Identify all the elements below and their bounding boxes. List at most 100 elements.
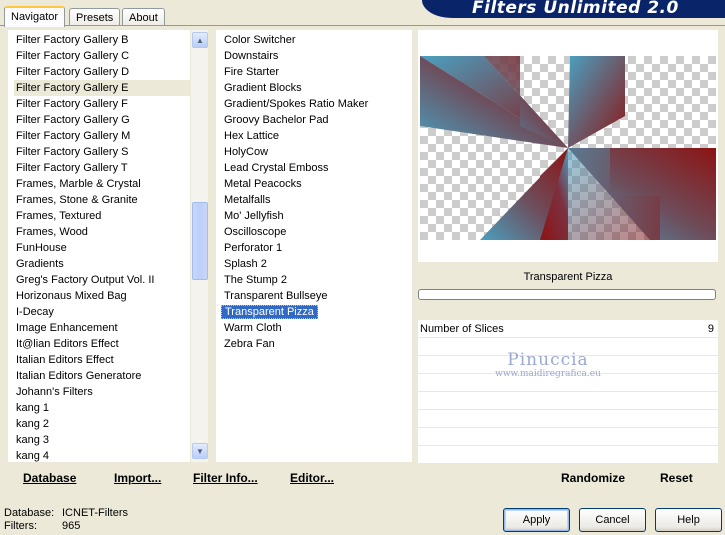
tab-presets[interactable]: Presets <box>69 8 121 26</box>
list-item-label: Gradients <box>16 258 64 270</box>
param-row-empty <box>418 392 718 410</box>
list-item-label: Filter Factory Gallery S <box>16 146 129 158</box>
effect-list[interactable]: Color Switcher Downstairs Fire Starter Grad… <box>216 30 412 462</box>
list-item[interactable]: Color Switcher <box>222 32 412 48</box>
cancel-button[interactable]: Cancel <box>579 508 646 532</box>
database-button[interactable]: Database <box>23 471 76 485</box>
list-item-label: Filter Factory Gallery M <box>16 130 131 142</box>
left-button-bar: Database Import... Filter Info... Editor… <box>8 464 412 492</box>
list-item[interactable]: Frames, Wood <box>14 224 208 240</box>
list-item-label: Color Switcher <box>224 34 296 46</box>
list-item[interactable]: Mo' Jellyfish <box>222 208 412 224</box>
reset-button[interactable]: Reset <box>660 471 693 485</box>
list-item[interactable]: Filter Factory Gallery S <box>14 144 208 160</box>
list-item[interactable]: Frames, Stone & Granite <box>14 192 208 208</box>
list-item[interactable]: Downstairs <box>222 48 412 64</box>
list-item[interactable]: Zebra Fan <box>222 336 412 352</box>
param-row-slices[interactable]: Number of Slices 9 <box>418 320 718 338</box>
list-item[interactable]: The Stump 2 <box>222 272 412 288</box>
help-button[interactable]: Help <box>655 508 722 532</box>
list-item-label: Filter Factory Gallery F <box>16 98 128 110</box>
list-item[interactable]: kang 3 <box>14 432 208 448</box>
scroll-up-button[interactable]: ▲ <box>192 32 208 48</box>
database-button-label: Database <box>23 471 77 485</box>
randomize-button[interactable]: Randomize <box>561 471 625 485</box>
list-item[interactable]: Splash 2 <box>222 256 412 272</box>
list-item[interactable]: Gradient Blocks <box>222 80 412 96</box>
chevron-up-icon: ▲ <box>196 35 204 45</box>
list-item-label: kang 4 <box>16 450 50 462</box>
list-item[interactable]: I-Decay <box>14 304 208 320</box>
list-item[interactable]: Lead Crystal Emboss <box>222 160 412 176</box>
list-item-label: Zebra Fan <box>224 338 275 350</box>
list-item[interactable]: Filter Factory Gallery E <box>14 80 208 96</box>
list-item[interactable]: Hex Lattice <box>222 128 412 144</box>
param-row-empty <box>418 428 718 446</box>
param-row-empty <box>418 374 718 392</box>
list-item[interactable]: Gradients <box>14 256 208 272</box>
list-item[interactable]: Transparent Bullseye <box>222 288 412 304</box>
editor-button[interactable]: Editor... <box>290 471 334 485</box>
list-item[interactable]: Filter Factory Gallery D <box>14 64 208 80</box>
list-item-label: Frames, Stone & Granite <box>16 194 138 206</box>
list-item[interactable]: Oscilloscope <box>222 224 412 240</box>
list-item[interactable]: Frames, Textured <box>14 208 208 224</box>
list-item[interactable]: Transparent Pizza <box>221 304 412 320</box>
list-item[interactable]: Filter Factory Gallery C <box>14 48 208 64</box>
list-item[interactable]: Metal Peacocks <box>222 176 412 192</box>
scroll-down-button[interactable]: ▼ <box>192 443 208 459</box>
list-item[interactable]: Filter Factory Gallery M <box>14 128 208 144</box>
filter-category-list[interactable]: Filter Factory Gallery B Filter Factory G… <box>8 30 208 462</box>
list-item-label: Italian Editors Generatore <box>16 370 142 382</box>
param-row-empty <box>418 410 718 428</box>
list-item-label: Gradient Blocks <box>224 82 302 94</box>
list-item[interactable]: Greg's Factory Output Vol. II <box>14 272 208 288</box>
list-item[interactable]: Perforator 1 <box>222 240 412 256</box>
list-item-label: Metalfalls <box>224 194 271 206</box>
list-item[interactable]: Groovy Bachelor Pad <box>222 112 412 128</box>
list-item[interactable]: Metalfalls <box>222 192 412 208</box>
list-item[interactable]: Filter Factory Gallery T <box>14 160 208 176</box>
list-item[interactable]: kang 1 <box>14 400 208 416</box>
list-item[interactable]: Gradient/Spokes Ratio Maker <box>222 96 412 112</box>
list-item-label: Lead Crystal Emboss <box>224 162 329 174</box>
list-item[interactable]: Filter Factory Gallery G <box>14 112 208 128</box>
list-item-label: Greg's Factory Output Vol. II <box>16 274 155 286</box>
list-item[interactable]: Horizonaus Mixed Bag <box>14 288 208 304</box>
param-row-empty <box>418 338 718 356</box>
tab-navigator[interactable]: Navigator <box>4 6 66 27</box>
param-value: 9 <box>707 322 714 335</box>
list-item[interactable]: Warm Cloth <box>222 320 412 336</box>
list-item-label: Fire Starter <box>224 66 280 78</box>
list-item-label: Image Enhancement <box>16 322 118 334</box>
list-item-label: Metal Peacocks <box>224 178 302 190</box>
scroll-thumb[interactable] <box>192 202 208 280</box>
list-item-label: Downstairs <box>224 50 279 62</box>
filter-info-button[interactable]: Filter Info... <box>193 471 258 485</box>
list-item-label: Mo' Jellyfish <box>224 210 284 222</box>
right-button-bar: Randomize Reset <box>418 464 718 492</box>
list-item[interactable]: Filter Factory Gallery F <box>14 96 208 112</box>
list-item[interactable]: kang 4 <box>14 448 208 462</box>
list-item[interactable]: Italian Editors Generatore <box>14 368 208 384</box>
list-item[interactable]: Frames, Marble & Crystal <box>14 176 208 192</box>
tab-divider <box>0 25 725 26</box>
tab-about[interactable]: About <box>122 8 165 26</box>
filter-list-scrollbar[interactable]: ▲ ▼ <box>190 30 208 462</box>
list-item[interactable]: Image Enhancement <box>14 320 208 336</box>
apply-button[interactable]: Apply <box>503 508 570 532</box>
list-item[interactable]: Filter Factory Gallery B <box>14 32 208 48</box>
list-item[interactable]: Johann's Filters <box>14 384 208 400</box>
list-item[interactable]: HolyCow <box>222 144 412 160</box>
editor-button-label: Editor... <box>290 471 335 485</box>
import-button[interactable]: Import... <box>114 471 161 485</box>
param-label: Number of Slices <box>420 322 504 335</box>
list-item[interactable]: It@lian Editors Effect <box>14 336 208 352</box>
list-item[interactable]: Italian Editors Effect <box>14 352 208 368</box>
list-item-label: kang 2 <box>16 418 50 430</box>
list-item[interactable]: kang 2 <box>14 416 208 432</box>
list-item[interactable]: Fire Starter <box>222 64 412 80</box>
effect-preview-image <box>420 56 716 240</box>
list-item-label: Oscilloscope <box>224 226 287 238</box>
list-item[interactable]: FunHouse <box>14 240 208 256</box>
